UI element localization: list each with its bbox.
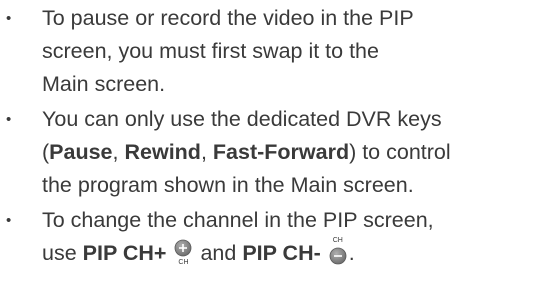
notes-list: • To pause or record the video in the PI… bbox=[0, 2, 550, 272]
ch-minus-button-icon: CH bbox=[328, 237, 348, 267]
note-line: To change the channel in the PIP screen, bbox=[42, 208, 434, 232]
text-use: use bbox=[42, 241, 83, 265]
pause-key-label: Pause bbox=[49, 140, 113, 164]
fast-forward-key-label: Fast-Forward bbox=[212, 140, 350, 164]
paren-close-text: ) to control bbox=[349, 140, 451, 164]
pip-ch-minus-key-label: PIP CH- bbox=[242, 241, 321, 265]
note-item-dvr-keys: • You can only use the dedicated DVR key… bbox=[0, 103, 550, 202]
note-line: Main screen. bbox=[42, 72, 166, 96]
separator: , bbox=[200, 140, 213, 164]
note-line: To pause or record the video in the PIP bbox=[42, 6, 414, 30]
bullet: • bbox=[6, 212, 12, 229]
text-and: and bbox=[194, 241, 243, 265]
note-item-pip-record: • To pause or record the video in the PI… bbox=[0, 2, 550, 101]
note-line: screen, you must first swap it to the bbox=[42, 39, 379, 63]
ch-plus-button-icon: CH bbox=[173, 237, 193, 267]
separator: , bbox=[112, 140, 125, 164]
bullet: • bbox=[6, 111, 12, 128]
note-line: the program shown in the Main screen. bbox=[42, 173, 414, 197]
pip-ch-plus-key-label: PIP CH+ bbox=[82, 241, 167, 265]
ch-caption: CH bbox=[178, 259, 189, 266]
period: . bbox=[348, 241, 355, 265]
note-item-pip-channel: • To change the channel in the PIP scree… bbox=[0, 204, 550, 270]
note-line: use PIP CH+ CH and PIP CH- CH . bbox=[42, 237, 550, 270]
note-line: You can only use the dedicated DVR keys bbox=[42, 107, 442, 131]
bullet: • bbox=[6, 10, 12, 27]
rewind-key-label: Rewind bbox=[124, 140, 201, 164]
note-line: (Pause, Rewind, Fast-Forward) to control bbox=[42, 136, 550, 169]
